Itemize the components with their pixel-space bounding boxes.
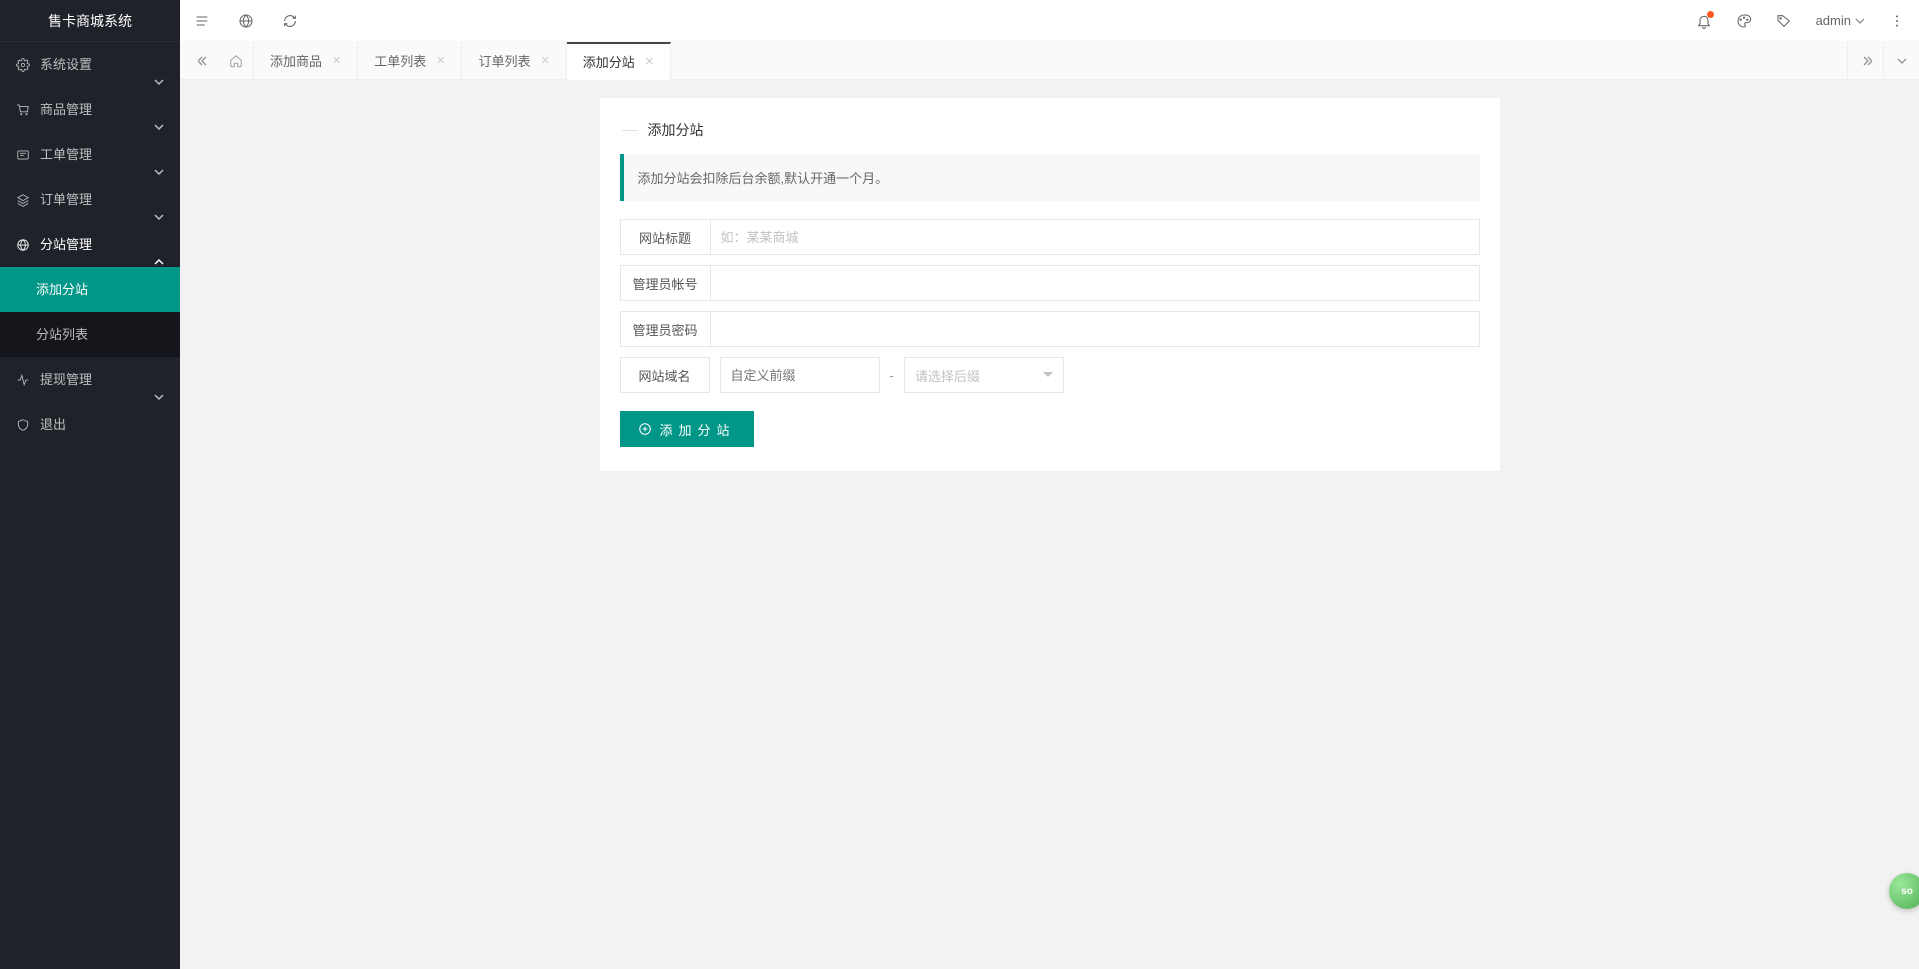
tabbar: 添加商品 ✕ 工单列表 ✕ 订单列表 ✕ 添加分站 ✕ bbox=[180, 42, 1919, 80]
tab-close-icon[interactable]: ✕ bbox=[645, 55, 654, 68]
nav-subitem-add-substation[interactable]: 添加分站 bbox=[0, 267, 180, 312]
nav-label: 商品管理 bbox=[40, 87, 92, 132]
nav-item-logout[interactable]: 退出 bbox=[0, 402, 180, 447]
nav-item-tickets[interactable]: 工单管理 bbox=[0, 132, 180, 177]
label-site-title: 网站标题 bbox=[620, 219, 710, 255]
submit-label: 添加分站 bbox=[660, 420, 736, 439]
tab-close-icon[interactable]: ✕ bbox=[540, 54, 549, 67]
refresh-icon[interactable] bbox=[282, 13, 298, 29]
chevron-down-icon bbox=[154, 150, 164, 160]
tab-label: 添加商品 bbox=[270, 51, 322, 70]
label-admin-pass: 管理员密码 bbox=[620, 311, 710, 347]
notification-dot bbox=[1707, 11, 1714, 18]
tab-label: 添加分站 bbox=[583, 52, 635, 71]
nav-label: 添加分站 bbox=[36, 267, 88, 312]
nav-item-system[interactable]: 系统设置 bbox=[0, 42, 180, 87]
shield-icon bbox=[16, 418, 30, 432]
nav-label: 系统设置 bbox=[40, 42, 92, 87]
tab-close-icon[interactable]: ✕ bbox=[436, 54, 445, 67]
menu-toggle-icon[interactable] bbox=[194, 13, 210, 29]
tab-close-icon[interactable]: ✕ bbox=[332, 54, 341, 67]
nav-item-substations[interactable]: 分站管理 bbox=[0, 222, 180, 267]
tab-ticket-list[interactable]: 工单列表 ✕ bbox=[358, 42, 462, 79]
user-name: admin bbox=[1816, 13, 1851, 28]
chevron-down-icon bbox=[154, 375, 164, 385]
chevron-down-icon bbox=[154, 60, 164, 70]
topbar: admin bbox=[180, 0, 1919, 42]
tab-add-substation[interactable]: 添加分站 ✕ bbox=[567, 42, 671, 80]
label-domain: 网站域名 bbox=[620, 357, 710, 393]
globe-icon bbox=[16, 238, 30, 252]
input-admin-pass[interactable] bbox=[710, 311, 1480, 347]
more-icon[interactable] bbox=[1889, 13, 1905, 29]
float-badge[interactable]: so bbox=[1889, 873, 1919, 909]
activity-icon bbox=[16, 373, 30, 387]
form-card: 添加分站 添加分站会扣除后台余额,默认开通一个月。 网站标题 管理员帐号 管理员… bbox=[600, 98, 1500, 471]
sidebar: 售卡商城系统 系统设置 商品管理 工单管理 订单管理 bbox=[0, 0, 180, 969]
content-area: 添加分站 添加分站会扣除后台余额,默认开通一个月。 网站标题 管理员帐号 管理员… bbox=[180, 80, 1919, 969]
tab-next-button[interactable] bbox=[1847, 42, 1883, 79]
nav-label: 分站列表 bbox=[36, 312, 88, 357]
bell-icon[interactable] bbox=[1696, 13, 1712, 29]
plus-circle-icon bbox=[638, 422, 652, 436]
input-site-title[interactable] bbox=[710, 219, 1480, 255]
input-domain-prefix[interactable] bbox=[720, 357, 880, 393]
chevron-down-icon bbox=[154, 105, 164, 115]
language-icon[interactable] bbox=[238, 13, 254, 29]
nav-label: 订单管理 bbox=[40, 177, 92, 222]
gear-icon bbox=[16, 58, 30, 72]
theme-icon[interactable] bbox=[1736, 13, 1752, 29]
select-domain-suffix[interactable]: 请选择后缀 bbox=[904, 357, 1064, 393]
nav-item-products[interactable]: 商品管理 bbox=[0, 87, 180, 132]
nav-item-orders[interactable]: 订单管理 bbox=[0, 177, 180, 222]
chevron-up-icon bbox=[154, 240, 164, 250]
user-menu[interactable]: admin bbox=[1816, 13, 1865, 28]
submit-button[interactable]: 添加分站 bbox=[620, 411, 754, 447]
chevron-down-icon bbox=[154, 195, 164, 205]
page-title: 添加分站 bbox=[616, 112, 1484, 154]
tab-label: 工单列表 bbox=[374, 51, 426, 70]
nav-label: 提现管理 bbox=[40, 357, 92, 402]
tab-home[interactable] bbox=[218, 42, 254, 79]
nav-label: 退出 bbox=[40, 402, 66, 447]
tab-prev-button[interactable] bbox=[190, 42, 218, 79]
app-title: 售卡商城系统 bbox=[0, 0, 180, 42]
tab-add-product[interactable]: 添加商品 ✕ bbox=[254, 42, 358, 79]
tag-icon[interactable] bbox=[1776, 13, 1792, 29]
cart-icon bbox=[16, 103, 30, 117]
domain-separator: - bbox=[890, 368, 894, 383]
tab-label: 订单列表 bbox=[478, 51, 530, 70]
nav-item-withdraw[interactable]: 提现管理 bbox=[0, 357, 180, 402]
info-alert: 添加分站会扣除后台余额,默认开通一个月。 bbox=[620, 154, 1480, 201]
nav-label: 工单管理 bbox=[40, 132, 92, 177]
ticket-icon bbox=[16, 148, 30, 162]
select-placeholder: 请选择后缀 bbox=[915, 366, 980, 385]
layers-icon bbox=[16, 193, 30, 207]
tab-order-list[interactable]: 订单列表 ✕ bbox=[462, 42, 566, 79]
tab-menu-button[interactable] bbox=[1883, 42, 1919, 79]
nav: 系统设置 商品管理 工单管理 订单管理 分站管理 bbox=[0, 42, 180, 447]
nav-label: 分站管理 bbox=[40, 222, 92, 267]
main: admin 添加商品 ✕ 工单列表 ✕ 订单列表 ✕ 添加分站 bbox=[180, 0, 1919, 969]
input-admin-user[interactable] bbox=[710, 265, 1480, 301]
label-admin-user: 管理员帐号 bbox=[620, 265, 710, 301]
nav-subitem-substation-list[interactable]: 分站列表 bbox=[0, 312, 180, 357]
